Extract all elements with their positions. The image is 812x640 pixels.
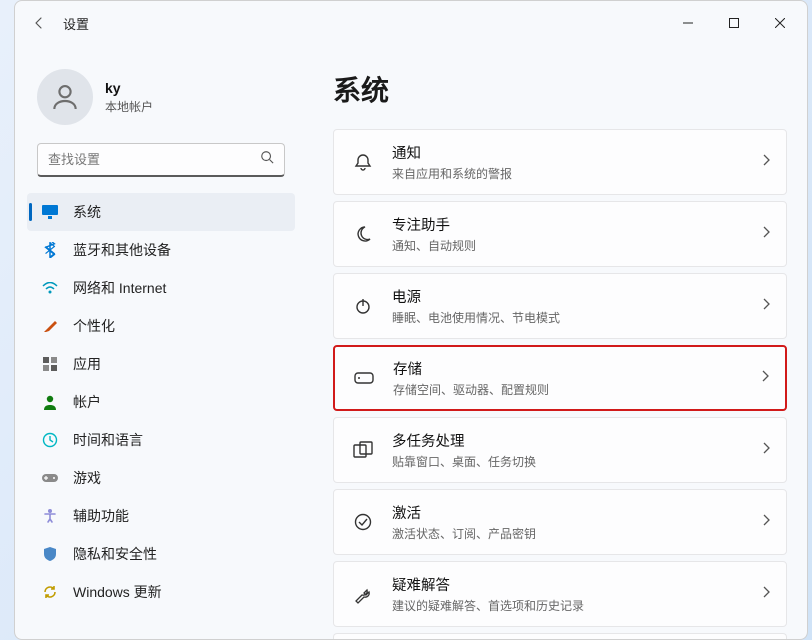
window-controls — [665, 8, 803, 38]
check-circle-icon — [352, 512, 374, 532]
maximize-button[interactable] — [711, 8, 757, 38]
sidebar: ky 本地帐户 系统 — [15, 45, 303, 639]
clock-globe-icon — [41, 431, 59, 449]
setting-row-recovery[interactable]: 恢复 — [333, 633, 787, 639]
chevron-right-icon — [762, 297, 770, 316]
window-title: 设置 — [63, 14, 89, 33]
setting-row-multitask[interactable]: 多任务处理 贴靠窗口、桌面、任务切换 — [333, 417, 787, 483]
setting-row-power[interactable]: 电源 睡眠、电池使用情况、节电模式 — [333, 273, 787, 339]
sidebar-item-label: 隐私和安全性 — [73, 544, 157, 564]
sidebar-item-apps[interactable]: 应用 — [27, 345, 295, 383]
search-input[interactable] — [48, 152, 260, 167]
setting-subtitle: 通知、自动规则 — [392, 237, 744, 254]
main-panel: 系统 通知 来自应用和系统的警报 — [303, 45, 807, 639]
back-button[interactable] — [19, 3, 59, 43]
update-icon — [41, 583, 59, 601]
chevron-right-icon — [761, 369, 769, 388]
monitor-icon — [41, 203, 59, 221]
setting-title: 疑难解答 — [392, 574, 744, 595]
bluetooth-icon — [41, 241, 59, 259]
chevron-right-icon — [762, 513, 770, 532]
accessibility-icon — [41, 507, 59, 525]
avatar — [37, 69, 93, 125]
gamepad-icon — [41, 469, 59, 487]
sidebar-item-accessibility[interactable]: 辅助功能 — [27, 497, 295, 535]
titlebar: 设置 — [15, 1, 807, 45]
sidebar-item-privacy[interactable]: 隐私和安全性 — [27, 535, 295, 573]
sidebar-item-system[interactable]: 系统 — [27, 193, 295, 231]
page-title: 系统 — [333, 69, 787, 109]
setting-title: 存储 — [393, 358, 743, 379]
sidebar-item-label: Windows 更新 — [73, 582, 162, 602]
storage-icon — [353, 372, 375, 384]
profile-name: ky — [105, 80, 153, 96]
sidebar-item-update[interactable]: Windows 更新 — [27, 573, 295, 611]
close-button[interactable] — [757, 8, 803, 38]
setting-subtitle: 来自应用和系统的警报 — [392, 165, 744, 182]
setting-subtitle: 建议的疑难解答、首选项和历史记录 — [392, 597, 744, 614]
apps-icon — [41, 355, 59, 373]
sidebar-item-label: 网络和 Internet — [73, 278, 166, 298]
sidebar-item-time[interactable]: 时间和语言 — [27, 421, 295, 459]
setting-row-notifications[interactable]: 通知 来自应用和系统的警报 — [333, 129, 787, 195]
sidebar-item-network[interactable]: 网络和 Internet — [27, 269, 295, 307]
person-icon — [41, 393, 59, 411]
setting-title: 电源 — [392, 286, 744, 307]
sidebar-item-accounts[interactable]: 帐户 — [27, 383, 295, 421]
bell-icon — [352, 152, 374, 172]
setting-subtitle: 睡眠、电池使用情况、节电模式 — [392, 309, 744, 326]
chevron-right-icon — [762, 441, 770, 460]
setting-title: 通知 — [392, 142, 744, 163]
wrench-icon — [352, 584, 374, 604]
chevron-right-icon — [762, 153, 770, 172]
sidebar-item-label: 游戏 — [73, 468, 101, 488]
nav-list: 系统 蓝牙和其他设备 网络和 Internet — [27, 193, 295, 611]
sidebar-item-label: 系统 — [73, 202, 101, 222]
setting-row-storage[interactable]: 存储 存储空间、驱动器、配置规则 — [333, 345, 787, 411]
search-icon — [260, 150, 274, 169]
shield-icon — [41, 545, 59, 563]
sidebar-item-label: 蓝牙和其他设备 — [73, 240, 171, 260]
setting-title: 专注助手 — [392, 214, 744, 235]
setting-row-troubleshoot[interactable]: 疑难解答 建议的疑难解答、首选项和历史记录 — [333, 561, 787, 627]
settings-window: 设置 ky 本地帐户 — [14, 0, 808, 640]
setting-subtitle: 激活状态、订阅、产品密钥 — [392, 525, 744, 542]
multitask-icon — [352, 441, 374, 459]
sidebar-item-label: 辅助功能 — [73, 506, 129, 526]
paintbrush-icon — [41, 317, 59, 335]
sidebar-item-bluetooth[interactable]: 蓝牙和其他设备 — [27, 231, 295, 269]
setting-row-focus[interactable]: 专注助手 通知、自动规则 — [333, 201, 787, 267]
search-box[interactable] — [37, 143, 285, 177]
sidebar-item-label: 时间和语言 — [73, 430, 143, 450]
settings-list: 通知 来自应用和系统的警报 专注助手 通知、自动规则 — [333, 129, 787, 639]
setting-subtitle: 存储空间、驱动器、配置规则 — [393, 381, 743, 398]
sidebar-item-personalization[interactable]: 个性化 — [27, 307, 295, 345]
sidebar-item-label: 个性化 — [73, 316, 115, 336]
profile-block[interactable]: ky 本地帐户 — [27, 61, 295, 143]
minimize-button[interactable] — [665, 8, 711, 38]
setting-row-activation[interactable]: 激活 激活状态、订阅、产品密钥 — [333, 489, 787, 555]
sidebar-item-label: 帐户 — [73, 392, 101, 412]
sidebar-item-label: 应用 — [73, 354, 101, 374]
setting-title: 多任务处理 — [392, 430, 744, 451]
moon-icon — [352, 224, 374, 244]
chevron-right-icon — [762, 585, 770, 604]
chevron-right-icon — [762, 225, 770, 244]
setting-subtitle: 贴靠窗口、桌面、任务切换 — [392, 453, 744, 470]
wifi-icon — [41, 279, 59, 297]
power-icon — [352, 296, 374, 316]
setting-title: 激活 — [392, 502, 744, 523]
profile-subtitle: 本地帐户 — [105, 98, 153, 115]
sidebar-item-gaming[interactable]: 游戏 — [27, 459, 295, 497]
